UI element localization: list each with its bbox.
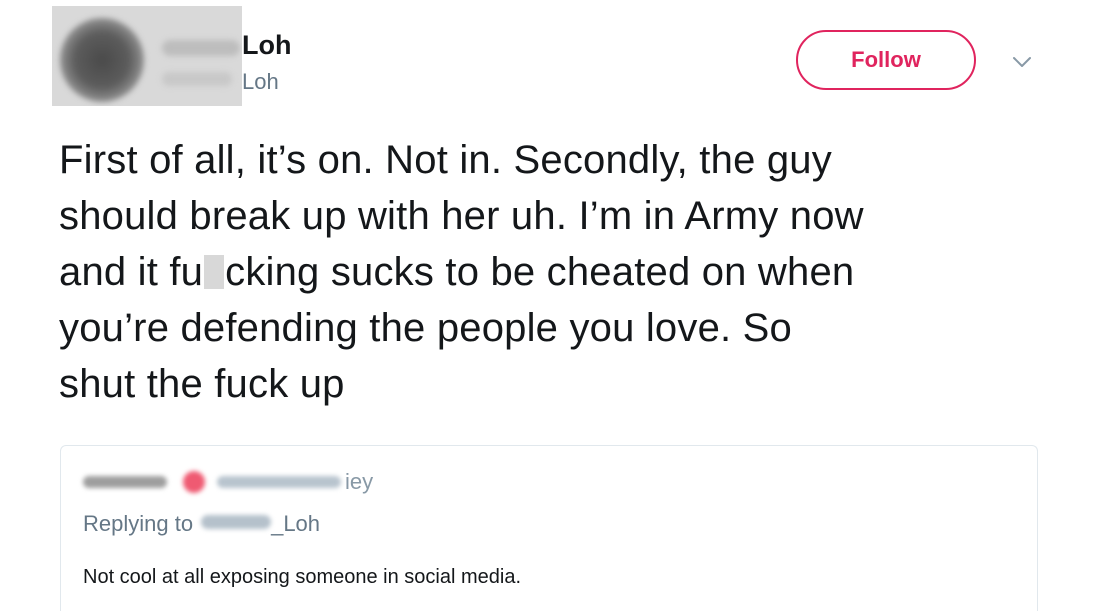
tweet-text-line: First of all, it’s on. Not in. Secondly,… — [59, 138, 832, 182]
tweet-text-fragment: and it fu — [59, 250, 204, 294]
blurred-handle — [162, 72, 232, 86]
avatar — [60, 18, 144, 102]
quoted-handle-suffix: iey — [345, 469, 374, 494]
blurred-quoted-name — [83, 476, 167, 488]
censor-block — [204, 255, 225, 289]
tweet-text: First of all, it’s on. Not in. Secondly,… — [59, 132, 1069, 412]
follow-button[interactable]: Follow — [796, 30, 976, 90]
blurred-reply-handle — [201, 515, 272, 529]
replying-to-label: Replying to — [83, 511, 194, 536]
tweet-text-fragment: cking sucks to be cheated on when — [225, 250, 855, 294]
quoted-tweet-user: iey — [83, 468, 483, 498]
quoted-tweet-text: Not cool at all exposing someone in soci… — [83, 566, 522, 588]
author-handle[interactable]: Loh — [242, 68, 279, 96]
tweet-text-line: should break up with her uh. I’m in Army… — [59, 194, 864, 238]
blurred-avatar-and-name — [52, 6, 242, 106]
tweet-header: Loh Loh Follow — [0, 0, 1107, 120]
replying-to-handle[interactable]: _Loh — [271, 511, 320, 536]
tweet-text-line: and it fu cking sucks to be cheated on wh… — [59, 244, 1069, 300]
blurred-name — [162, 40, 240, 56]
quoted-tweet[interactable]: iey Replying to _Loh Not cool at all expo… — [60, 445, 1038, 611]
chevron-down-icon[interactable] — [1010, 50, 1034, 74]
blurred-emoji — [183, 471, 205, 493]
blurred-quoted-handle — [217, 476, 341, 488]
tweet-text-line: you’re defending the people you love. So — [59, 306, 792, 350]
tweet-text-line: shut the fuck up — [59, 362, 345, 406]
replying-to: Replying to _Loh — [83, 510, 320, 538]
author-display-name[interactable]: Loh — [242, 28, 291, 62]
